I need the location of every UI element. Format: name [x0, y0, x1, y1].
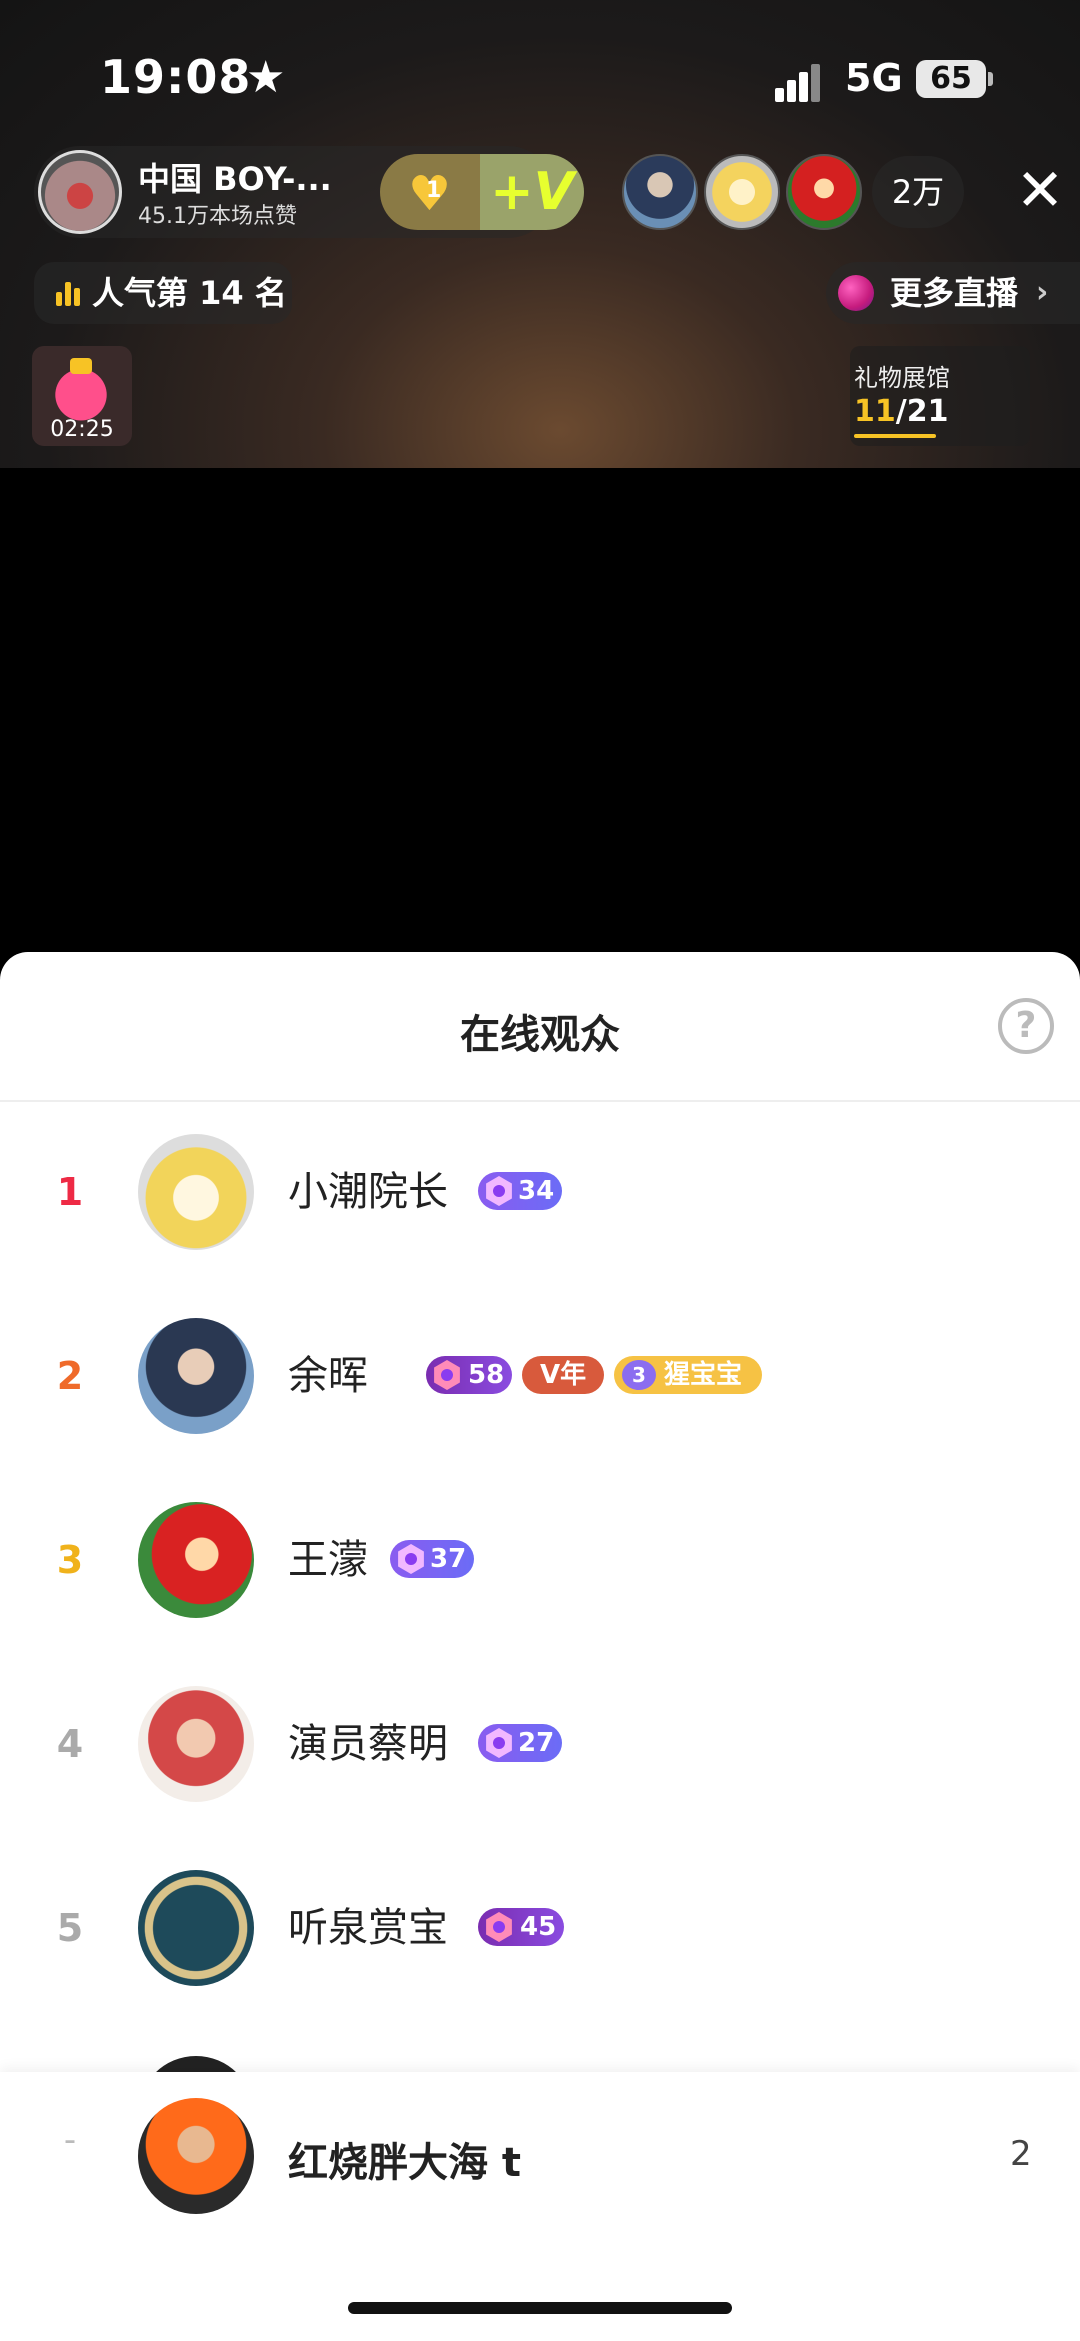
list-item[interactable]: 5 听泉赏宝 45 — [0, 1836, 1080, 2020]
hexagon-icon — [434, 1360, 460, 1390]
current-user-row[interactable]: - 红烧胖大海 t 2 — [0, 2072, 1080, 2341]
fan-club-button[interactable]: ♥ 1 — [380, 154, 486, 230]
avatar[interactable] — [138, 1134, 254, 1250]
user-name: 余晖 — [288, 1353, 368, 1399]
more-live-button[interactable]: 更多直播 › — [826, 262, 1080, 324]
status-bar: 19:08 ★ 5G 65 — [0, 0, 1080, 150]
user-name: 红烧胖大海 t — [288, 2140, 522, 2186]
user-name: 小潮院长 — [288, 1169, 448, 1215]
signal-icon — [775, 62, 831, 102]
viewer-count[interactable]: 2万 — [872, 156, 964, 228]
avatar[interactable] — [138, 2098, 254, 2214]
level-badge: 27 — [478, 1724, 563, 1762]
user-name: 王濛 — [288, 1537, 368, 1583]
top-viewer-avatar[interactable] — [622, 154, 698, 230]
level-badge: 34 — [478, 1172, 563, 1210]
close-icon[interactable]: ✕ — [1012, 160, 1068, 220]
user-name: 演员蔡明 — [288, 1721, 448, 1767]
rank-number: 2 — [56, 1354, 84, 1398]
live-dot-icon — [838, 275, 874, 311]
live-room-header: 19:08 ★ 5G 65 中国 BOY-... 45.1万本场点赞 ♥ 1 +… — [0, 0, 1080, 468]
avatar[interactable] — [138, 1686, 254, 1802]
baby-badge: 3 猩宝宝 — [614, 1356, 763, 1394]
list-item[interactable]: 2 余晖 58 V年 3 猩宝宝 — [0, 1284, 1080, 1468]
hexagon-icon — [486, 1176, 512, 1206]
level-badge: 45 — [478, 1908, 565, 1946]
rank-number: - — [63, 2120, 77, 2160]
v-year-badge: V年 — [522, 1356, 605, 1394]
video-area[interactable] — [0, 468, 1080, 952]
host-name: 中国 BOY-... — [138, 160, 332, 198]
level-value: 37 — [430, 1544, 467, 1574]
level-value: 45 — [520, 1912, 557, 1942]
rank-number: 5 — [56, 1906, 84, 1950]
battery-icon: 65 — [916, 60, 986, 98]
help-icon[interactable]: ? — [998, 998, 1054, 1054]
level-badge: 58 — [426, 1356, 513, 1394]
gift-hall-button[interactable]: 礼物展馆 11/21 — [850, 346, 1030, 446]
gift-hall-title: 礼物展馆 — [854, 364, 950, 392]
popularity-rank[interactable]: 人气第 14 名 — [34, 262, 292, 324]
list-item[interactable]: 4 演员蔡明 27 — [0, 1652, 1080, 1836]
more-live-label: 更多直播 — [890, 274, 1019, 312]
user-score: 2 — [1010, 2134, 1032, 2174]
list-item[interactable]: 3 王濛 37 — [0, 1468, 1080, 1652]
top-viewer-avatar[interactable] — [704, 154, 780, 230]
rank-number: 1 — [56, 1170, 84, 1214]
baby-label: 猩宝宝 — [664, 1360, 743, 1390]
avatar[interactable] — [138, 1318, 254, 1434]
hexagon-icon — [486, 1728, 512, 1758]
top-viewer-avatar[interactable] — [786, 154, 862, 230]
gift-hall-progress: 11/21 — [854, 394, 948, 429]
hexagon-icon — [398, 1544, 424, 1574]
list-item[interactable]: 1 小潮院长 34 — [0, 1100, 1080, 1284]
level-value: 27 — [518, 1728, 555, 1758]
network-type: 5G — [845, 56, 903, 100]
chevron-right-icon: › — [1036, 275, 1049, 310]
red-bag-timer: 02:25 — [50, 417, 114, 442]
host-avatar[interactable] — [38, 150, 122, 234]
level-value: 58 — [468, 1360, 505, 1390]
fan-level: 1 — [426, 178, 442, 203]
rank-number: 4 — [56, 1722, 84, 1766]
avatar[interactable] — [138, 1502, 254, 1618]
avatar[interactable] — [138, 1870, 254, 1986]
rank-number: 3 — [56, 1538, 84, 1582]
gift-hall-bar — [854, 434, 936, 438]
star-icon: ★ — [246, 52, 286, 103]
status-time: 19:08 — [100, 50, 252, 104]
level-value: 34 — [518, 1176, 555, 1206]
baby-level-icon: 3 — [622, 1360, 656, 1390]
follow-button[interactable]: +V — [480, 154, 584, 230]
rank-bars-icon — [56, 282, 82, 306]
sheet-title: 在线观众 — [460, 1012, 620, 1058]
red-bag-button[interactable]: 02:25 — [32, 346, 132, 446]
host-likes: 45.1万本场点赞 — [138, 204, 297, 229]
battery-tip — [988, 72, 993, 86]
hexagon-icon — [486, 1912, 512, 1942]
user-name: 听泉赏宝 — [288, 1905, 448, 1951]
popularity-label: 人气第 14 名 — [92, 274, 287, 312]
level-badge: 37 — [390, 1540, 475, 1578]
home-indicator[interactable] — [348, 2302, 732, 2314]
host-info[interactable]: 中国 BOY-... 45.1万本场点赞 ♥ 1 +V — [34, 146, 584, 238]
gift-hall-total: /21 — [895, 394, 949, 429]
red-bag-icon — [42, 354, 120, 422]
gift-hall-current: 11 — [854, 394, 896, 429]
